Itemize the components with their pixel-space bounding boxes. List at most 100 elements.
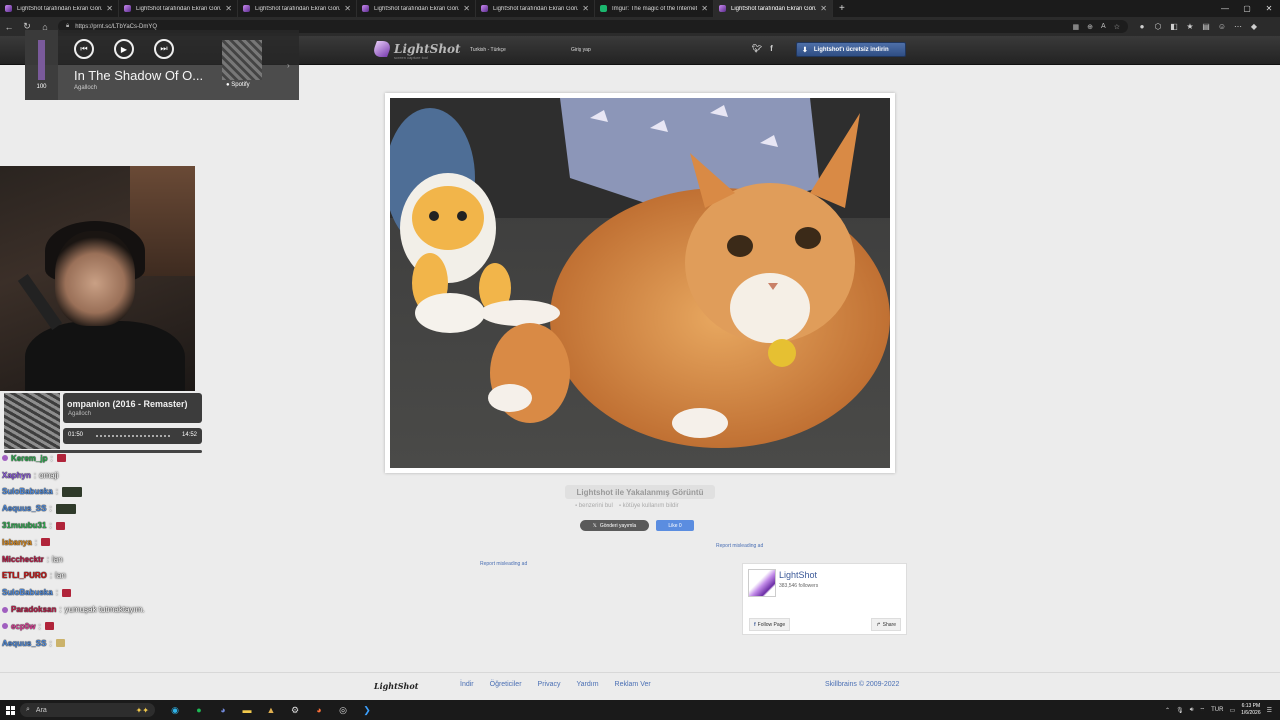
chat-username[interactable]: SuloBabuska bbox=[2, 487, 53, 496]
input-language[interactable]: TUR bbox=[1211, 707, 1223, 713]
browser-tab[interactable]: Imgur: The magic of the Internet ✕ bbox=[595, 0, 714, 17]
extension-icon[interactable]: ● bbox=[1134, 17, 1150, 36]
extension-icon[interactable]: ⬡ bbox=[1150, 17, 1166, 36]
menu-icon[interactable]: ⋯ bbox=[1230, 17, 1246, 36]
back-button[interactable]: ← bbox=[0, 17, 18, 36]
browser-tab[interactable]: LightShot tarafından Ekran Görüntü ✕ bbox=[714, 0, 833, 17]
close-tab-icon[interactable]: ✕ bbox=[344, 4, 351, 13]
browser-tab[interactable]: LightShot tarafından Ekran Görüntü ✕ bbox=[0, 0, 119, 17]
browser-tab[interactable]: LightShot tarafından Ekran Görüntü ✕ bbox=[238, 0, 357, 17]
follow-page-button[interactable]: f Follow Page bbox=[749, 618, 791, 631]
zoom-icon[interactable]: ⊕ bbox=[1087, 23, 1093, 31]
copilot-icon[interactable]: ◆ bbox=[1246, 17, 1262, 36]
clock[interactable]: 6:13 PM 1/6/2026 bbox=[1241, 703, 1260, 717]
obs-icon[interactable]: ◎ bbox=[331, 700, 355, 720]
taskbar-search[interactable]: ⌕ Ara ✦✦ bbox=[20, 703, 155, 717]
profile-icon[interactable]: ☺ bbox=[1214, 17, 1230, 36]
extension-icon[interactable]: ◧ bbox=[1166, 17, 1182, 36]
fb-page-name[interactable]: LightShot bbox=[779, 570, 817, 580]
tab-search-icon[interactable]: ▦ bbox=[1073, 23, 1080, 31]
footer-link[interactable]: Öğreticiler bbox=[490, 681, 522, 688]
close-tab-icon[interactable]: ✕ bbox=[820, 4, 827, 13]
close-tab-icon[interactable]: ✕ bbox=[463, 4, 470, 13]
twitter-icon[interactable]: 🐦︎ bbox=[752, 44, 762, 53]
copyright[interactable]: Skillbrains © 2009-2022 bbox=[825, 681, 899, 688]
feather-icon bbox=[371, 41, 393, 57]
chat-username[interactable]: Isbanya bbox=[2, 538, 32, 547]
next-track-button[interactable]: ⏭ bbox=[154, 39, 174, 59]
emote-icon bbox=[55, 503, 76, 514]
close-tab-icon[interactable]: ✕ bbox=[701, 4, 708, 13]
vscode-icon[interactable]: ❯ bbox=[355, 700, 379, 720]
report-ad-link[interactable]: Report misleading ad bbox=[480, 561, 527, 567]
close-tab-icon[interactable]: ✕ bbox=[582, 4, 589, 13]
discord-icon[interactable]: ◕ bbox=[211, 700, 235, 720]
app-icon[interactable]: ▲ bbox=[259, 700, 283, 720]
logo-text: LightShot bbox=[394, 42, 461, 56]
play-button[interactable]: ▶ bbox=[114, 39, 134, 59]
download-button[interactable]: ⬇ Lightshot'ı ücretsiz indirin bbox=[796, 42, 906, 57]
chat-username[interactable]: Aequus_SS bbox=[2, 639, 46, 648]
chat-text: yumuşak tutmaktayım. bbox=[64, 605, 145, 615]
notifications-icon[interactable]: ☰ bbox=[1267, 707, 1272, 714]
cat-photo[interactable] bbox=[390, 98, 890, 468]
network-icon[interactable]: ⌔ bbox=[1199, 706, 1205, 714]
facebook-icon[interactable]: f bbox=[770, 44, 773, 53]
edge-icon[interactable]: ◉ bbox=[163, 700, 187, 720]
collections-icon[interactable]: ▤ bbox=[1198, 17, 1214, 36]
footer-link[interactable]: Yardım bbox=[576, 681, 598, 688]
file-explorer-icon[interactable]: ▬ bbox=[235, 700, 259, 720]
close-window-button[interactable]: ✕ bbox=[1258, 0, 1280, 17]
album-art bbox=[4, 393, 60, 449]
chat-username[interactable]: ecp0w bbox=[11, 622, 35, 631]
minimize-button[interactable]: — bbox=[1214, 0, 1236, 17]
imgur-icon bbox=[600, 5, 607, 12]
close-tab-icon[interactable]: ✕ bbox=[106, 4, 113, 13]
previous-track-button[interactable]: ⏮ bbox=[74, 39, 94, 59]
favorites-icon[interactable]: ★ bbox=[1182, 17, 1198, 36]
read-aloud-icon[interactable]: A bbox=[1101, 23, 1106, 31]
report-abuse-link[interactable]: kötüye kullanım bildir bbox=[619, 503, 679, 509]
chevron-up-icon[interactable]: ⌃ bbox=[1165, 707, 1170, 714]
chat-username[interactable]: SuloBabuska bbox=[2, 588, 53, 597]
facebook-like-button[interactable]: Like 0 bbox=[656, 520, 694, 531]
extensions-area: ● ⬡ ◧ ★ ▤ ☺ ⋯ ◆ bbox=[1134, 17, 1262, 36]
browser-tab[interactable]: LightShot tarafından Ekran Görüntü ✕ bbox=[476, 0, 595, 17]
monitor-icon[interactable]: ▭ bbox=[1229, 707, 1235, 714]
chat-username[interactable]: Xaphyn bbox=[2, 471, 31, 480]
chat-username[interactable]: 31muubu31 bbox=[2, 521, 46, 530]
chat-username[interactable]: Micchecktr bbox=[2, 555, 44, 564]
maximize-button[interactable]: ▢ bbox=[1236, 0, 1258, 17]
share-button[interactable]: ↱ Share bbox=[871, 618, 901, 631]
app-icon[interactable]: ⚙ bbox=[283, 700, 307, 720]
language-selector[interactable]: Turkish - Türkçe bbox=[470, 47, 506, 53]
volume-icon[interactable]: 🔊︎ bbox=[1190, 707, 1194, 714]
page-thumbnail[interactable] bbox=[748, 569, 776, 597]
footer-logo[interactable]: LightShot bbox=[374, 681, 418, 691]
favorite-star-icon[interactable]: ☆ bbox=[1114, 23, 1120, 31]
footer-link[interactable]: Privacy bbox=[538, 681, 561, 688]
spotify-icon[interactable]: ● bbox=[187, 700, 211, 720]
close-tab-icon[interactable]: ✕ bbox=[225, 4, 232, 13]
firefox-icon[interactable]: ◕ bbox=[307, 700, 331, 720]
emote-icon bbox=[55, 521, 65, 530]
new-tab-button[interactable]: + bbox=[833, 3, 851, 14]
browser-tab[interactable]: LightShot tarafından Ekran Görüntü ✕ bbox=[119, 0, 238, 17]
footer-link[interactable]: İndir bbox=[460, 681, 474, 688]
volume-bar[interactable] bbox=[38, 40, 45, 80]
chat-username[interactable]: ETLI_PURO bbox=[2, 571, 47, 580]
browser-tab[interactable]: LightShot tarafından Ekran Görüntü ✕ bbox=[357, 0, 476, 17]
chevron-right-icon[interactable]: › bbox=[287, 61, 290, 70]
chat-username[interactable]: Kerem_jp bbox=[11, 454, 47, 463]
start-button[interactable] bbox=[0, 700, 20, 720]
chat-username[interactable]: Aequus_SS bbox=[2, 504, 46, 513]
lightshot-logo[interactable]: LightShot screen capture tool bbox=[371, 41, 461, 60]
login-link[interactable]: Giriş yap bbox=[571, 47, 591, 53]
footer-link[interactable]: Reklam Ver bbox=[615, 681, 651, 688]
microphone-icon[interactable]: 🎙︎ bbox=[1176, 707, 1184, 714]
find-similar-link[interactable]: benzerini bul bbox=[575, 503, 613, 509]
chat-username[interactable]: Paradoksan bbox=[11, 605, 56, 614]
tweet-button-label: Gönderi yayımla bbox=[599, 522, 637, 529]
tweet-button[interactable]: 𝕏 Gönderi yayımla bbox=[580, 520, 649, 531]
report-ad-link[interactable]: Report misleading ad bbox=[716, 543, 763, 549]
